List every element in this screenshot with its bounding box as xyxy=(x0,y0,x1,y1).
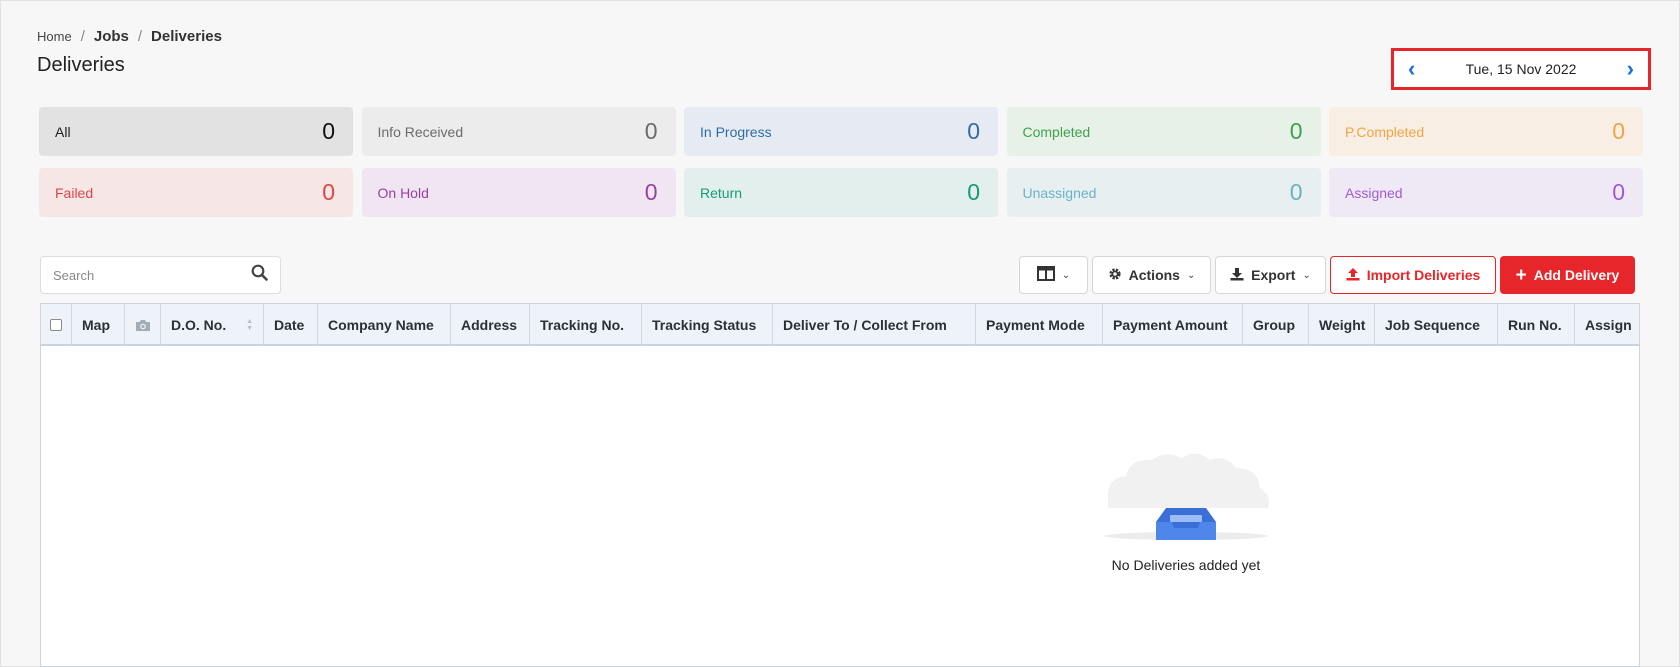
status-label: Unassigned xyxy=(1022,184,1097,201)
column-header[interactable]: Map xyxy=(72,304,125,346)
column-header[interactable]: Date xyxy=(264,304,318,346)
status-count: 0 xyxy=(967,179,980,205)
gear-icon xyxy=(1108,267,1122,284)
status-count: 0 xyxy=(644,179,658,205)
column-header[interactable]: Address xyxy=(451,304,530,346)
add-delivery-button[interactable]: + Add Delivery xyxy=(1500,256,1635,294)
breadcrumb-jobs[interactable]: Jobs xyxy=(94,28,129,45)
status-card-info-received[interactable]: Info Received 0 xyxy=(361,107,676,156)
column-header[interactable]: Deliver To / Collect From xyxy=(773,304,976,346)
date-navigator: ‹ Tue, 15 Nov 2022 › xyxy=(1391,48,1651,90)
column-header[interactable]: Group xyxy=(1243,304,1309,346)
select-all-checkbox-cell xyxy=(41,304,72,346)
status-count: 0 xyxy=(1612,179,1625,205)
column-header[interactable]: Weight xyxy=(1309,304,1375,346)
column-toggle-button[interactable]: ⌄ xyxy=(1019,256,1088,294)
status-count: 0 xyxy=(967,118,980,144)
status-label: Assigned xyxy=(1345,184,1403,201)
breadcrumb-separator: / xyxy=(137,28,143,45)
column-header[interactable]: Payment Mode xyxy=(976,304,1103,346)
deliveries-table: Map D.O. No. ▲ ▼ Date Company Name Addres… xyxy=(40,303,1640,667)
import-deliveries-button[interactable]: Import Deliveries xyxy=(1330,256,1496,294)
plus-icon: + xyxy=(1515,264,1527,286)
status-card-all[interactable]: All 0 xyxy=(39,107,353,156)
chevron-down-icon: ⌄ xyxy=(1186,269,1196,281)
table-toolbar: ⌄ Actions ⌄ Export ⌄ Import Deliveries +… xyxy=(0,256,1680,296)
status-label: Completed xyxy=(1022,123,1091,140)
add-label: Add Delivery xyxy=(1533,267,1620,283)
page-title: Deliveries xyxy=(37,54,125,76)
sort-icon[interactable]: ▲ ▼ xyxy=(240,318,253,332)
chevron-down-icon: ⌄ xyxy=(1302,269,1311,281)
status-count: 0 xyxy=(1289,118,1303,144)
status-card-return[interactable]: Return 0 xyxy=(684,168,998,217)
status-count: 0 xyxy=(644,118,658,144)
column-header[interactable]: Tracking Status xyxy=(642,304,773,346)
status-label: Failed xyxy=(55,184,94,201)
import-label: Import Deliveries xyxy=(1366,267,1481,283)
search-input[interactable] xyxy=(53,267,251,283)
breadcrumb-home[interactable]: Home xyxy=(37,29,72,44)
current-date[interactable]: Tue, 15 Nov 2022 xyxy=(1466,61,1577,77)
column-header[interactable]: Job Sequence xyxy=(1375,304,1498,346)
column-header[interactable]: Assign xyxy=(1575,304,1639,346)
empty-state-message: No Deliveries added yet xyxy=(1111,557,1261,573)
status-label: On Hold xyxy=(377,184,429,201)
chevron-down-icon: ⌄ xyxy=(1061,269,1071,281)
status-label: In Progress xyxy=(700,123,772,140)
status-count: 0 xyxy=(1289,179,1303,205)
column-header-sortable[interactable]: D.O. No. ▲ ▼ xyxy=(161,304,264,346)
status-label: P.Completed xyxy=(1345,123,1425,140)
status-count: 0 xyxy=(1612,118,1625,144)
status-card-in-progress[interactable]: In Progress 0 xyxy=(684,107,998,156)
chevron-left-icon[interactable]: ‹ xyxy=(1408,58,1415,80)
column-header[interactable]: Tracking No. xyxy=(530,304,642,346)
status-count: 0 xyxy=(322,118,335,144)
export-button[interactable]: Export ⌄ xyxy=(1215,256,1326,294)
column-header[interactable]: Run No. xyxy=(1498,304,1575,346)
column-header[interactable]: Company Name xyxy=(318,304,451,346)
status-label: All xyxy=(55,123,71,140)
status-summary: All 0 Info Received 0 In Progress 0 Complet… xyxy=(39,107,1643,217)
chevron-right-icon[interactable]: › xyxy=(1627,58,1634,80)
actions-label: Actions xyxy=(1128,267,1180,283)
status-card-partially-completed[interactable]: P.Completed 0 xyxy=(1329,107,1643,156)
status-card-assigned[interactable]: Assigned 0 xyxy=(1329,168,1643,217)
upload-icon xyxy=(1346,267,1360,284)
download-icon xyxy=(1230,267,1244,284)
column-header[interactable]: Payment Amount xyxy=(1103,304,1243,346)
actions-button[interactable]: Actions ⌄ xyxy=(1092,256,1211,294)
camera-icon xyxy=(125,304,161,346)
select-all-checkbox[interactable] xyxy=(50,319,62,331)
status-card-completed[interactable]: Completed 0 xyxy=(1006,107,1321,156)
table-header: Map D.O. No. ▲ ▼ Date Company Name Addres… xyxy=(41,304,1639,346)
status-label: Info Received xyxy=(377,123,464,140)
breadcrumb: Home / Jobs / Deliveries xyxy=(37,28,222,45)
status-card-failed[interactable]: Failed 0 xyxy=(39,168,353,217)
breadcrumb-current: Deliveries xyxy=(151,28,222,45)
search-box xyxy=(40,256,281,294)
status-label: Return xyxy=(700,184,743,201)
export-label: Export xyxy=(1251,267,1296,283)
breadcrumb-separator: / xyxy=(80,28,85,45)
columns-icon xyxy=(1036,266,1055,284)
search-icon[interactable] xyxy=(251,264,268,286)
status-card-unassigned[interactable]: Unassigned 0 xyxy=(1006,168,1321,217)
status-card-on-hold[interactable]: On Hold 0 xyxy=(361,168,676,217)
status-count: 0 xyxy=(322,179,335,205)
